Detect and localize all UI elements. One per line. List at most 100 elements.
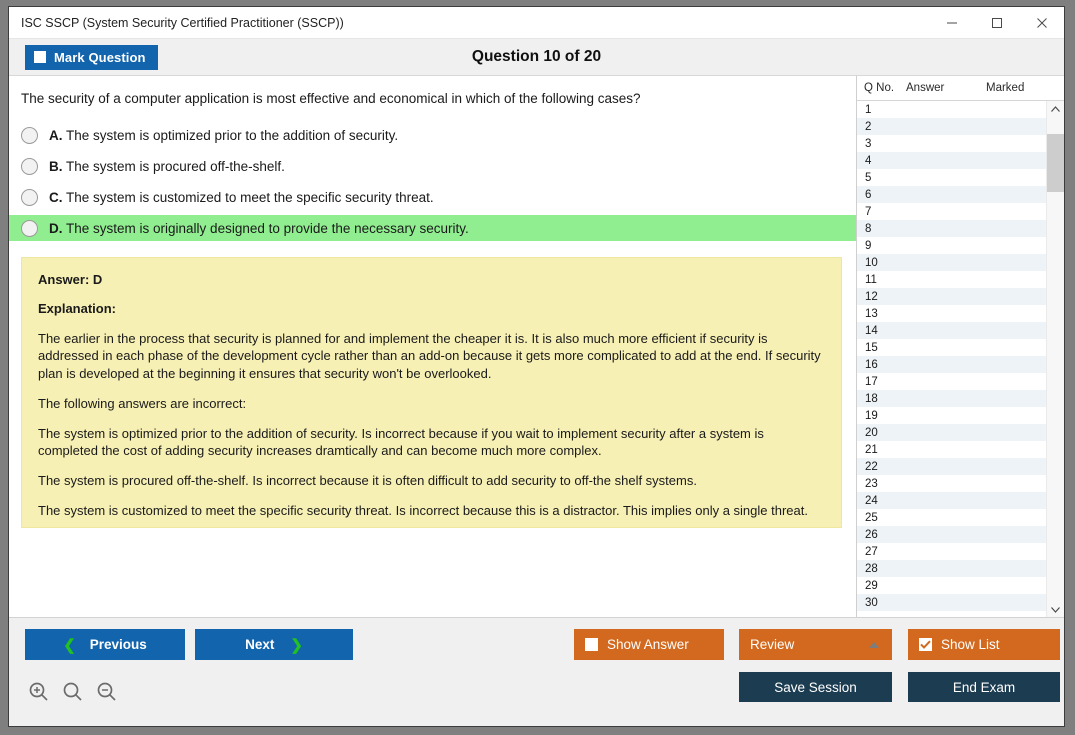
table-row[interactable]: 21 [857,441,1046,458]
table-row[interactable]: 6 [857,186,1046,203]
cell-qno: 29 [865,579,878,592]
table-row[interactable]: 25 [857,509,1046,526]
close-icon[interactable] [1019,7,1064,38]
save-session-label: Save Session [774,679,857,695]
answer-label: Answer: D [38,272,103,288]
show-answer-checkbox-icon [585,638,598,651]
cell-qno: 30 [865,596,878,609]
cell-qno: 21 [865,443,878,456]
table-row[interactable]: 4 [857,152,1046,169]
show-list-label: Show List [941,637,1000,652]
cell-qno: 7 [865,205,872,218]
answer-options: A. The system is optimized prior to the … [9,122,856,242]
end-exam-label: End Exam [952,679,1016,695]
cell-qno: 1 [865,103,872,116]
table-row[interactable]: 13 [857,305,1046,322]
scroll-up-icon[interactable] [1047,101,1064,116]
desktop-background: ISC SSCP (System Security Certified Prac… [0,0,1075,735]
show-answer-label: Show Answer [607,637,689,652]
minimize-icon[interactable] [929,7,974,38]
mark-question-label: Mark Question [54,49,146,65]
title-bar: ISC SSCP (System Security Certified Prac… [9,7,1064,39]
next-button[interactable]: Next ❯ [195,629,353,660]
question-rows: 1 2 3 4 5 6 7 8 9 10 11 12 13 14 15 16 17 18 19 20 21 22 23 24 2… [857,101,1046,617]
cell-qno: 11 [865,273,877,286]
question-header-bar: Question 10 of 20 Mark Question [9,39,1064,75]
save-session-button[interactable]: Save Session [739,672,892,702]
table-row[interactable]: 27 [857,543,1046,560]
table-row[interactable]: 1 [857,101,1046,118]
table-row[interactable]: 11 [857,271,1046,288]
question-list-panel: Q No. Answer Marked 1 2 3 4 5 6 7 8 9 10 11 12 13 14 1… [856,75,1064,617]
table-row[interactable]: 5 [857,169,1046,186]
scrollbar-thumb[interactable] [1047,134,1064,192]
table-row[interactable]: 10 [857,254,1046,271]
content-area: The security of a computer application i… [9,75,1064,617]
cell-qno: 12 [865,290,878,303]
table-row[interactable]: 12 [857,288,1046,305]
table-row[interactable]: 20 [857,424,1046,441]
table-row[interactable]: 22 [857,458,1046,475]
table-row[interactable]: 15 [857,339,1046,356]
cell-qno: 28 [865,562,878,575]
page-title: Question 10 of 20 [471,48,602,65]
next-label: Next [245,637,275,652]
table-row[interactable]: 16 [857,356,1046,373]
option-a[interactable]: A. The system is optimized prior to the … [9,122,856,148]
cell-qno: 25 [865,511,878,524]
caret-up-icon [869,641,879,648]
cell-qno: 17 [865,375,878,388]
radio-icon[interactable] [21,188,38,206]
chevron-left-icon: ❮ [63,636,76,654]
cell-qno: 18 [865,392,878,405]
mark-question-button[interactable]: Mark Question [25,44,158,70]
table-row[interactable]: 8 [857,220,1046,237]
cell-qno: 22 [865,460,878,473]
table-row[interactable]: 14 [857,322,1046,339]
explanation-paragraph: The system is procured off-the-shelf. Is… [38,473,697,489]
table-row[interactable]: 30 [857,594,1046,611]
table-row[interactable]: 28 [857,560,1046,577]
radio-icon[interactable] [21,126,38,144]
cell-qno: 10 [865,256,878,269]
cell-qno: 26 [865,528,878,541]
zoom-in-icon[interactable] [27,680,51,704]
maximize-icon[interactable] [974,7,1019,38]
zoom-reset-icon[interactable] [61,680,85,704]
scrollbar-track[interactable] [1047,116,1064,602]
explanation-paragraph: The system is customized to meet the spe… [38,503,808,519]
table-row[interactable]: 24 [857,492,1046,509]
end-exam-button[interactable]: End Exam [908,672,1060,702]
table-row[interactable]: 29 [857,577,1046,594]
window-title: ISC SSCP (System Security Certified Prac… [21,15,344,30]
table-row[interactable]: 3 [857,135,1046,152]
option-a-text: A. The system is optimized prior to the … [49,127,399,143]
option-b[interactable]: B. The system is procured off-the-shelf. [9,153,856,179]
show-answer-button[interactable]: Show Answer [574,629,724,660]
previous-button[interactable]: ❮ Previous [25,629,185,660]
column-header-answer: Answer [906,82,945,94]
option-c[interactable]: C. The system is customized to meet the … [9,184,856,210]
review-dropdown[interactable]: Review [739,629,892,660]
show-list-button[interactable]: Show List [908,629,1060,660]
table-row[interactable]: 23 [857,475,1046,492]
table-row[interactable]: 18 [857,390,1046,407]
cell-qno: 2 [865,120,872,133]
radio-icon[interactable] [21,157,38,175]
cell-qno: 13 [865,307,878,320]
table-row[interactable]: 2 [857,118,1046,135]
table-row[interactable]: 9 [857,237,1046,254]
list-scrollbar[interactable] [1046,101,1064,617]
cell-qno: 14 [865,324,878,337]
cell-qno: 24 [865,494,878,507]
cell-qno: 6 [865,188,872,201]
table-row[interactable]: 26 [857,526,1046,543]
scroll-down-icon[interactable] [1047,602,1064,617]
cell-qno: 16 [865,358,878,371]
radio-icon[interactable] [21,219,38,237]
zoom-out-icon[interactable] [95,680,119,704]
option-d[interactable]: D. The system is originally designed to … [9,215,856,242]
table-row[interactable]: 17 [857,373,1046,390]
table-row[interactable]: 7 [857,203,1046,220]
table-row[interactable]: 19 [857,407,1046,424]
